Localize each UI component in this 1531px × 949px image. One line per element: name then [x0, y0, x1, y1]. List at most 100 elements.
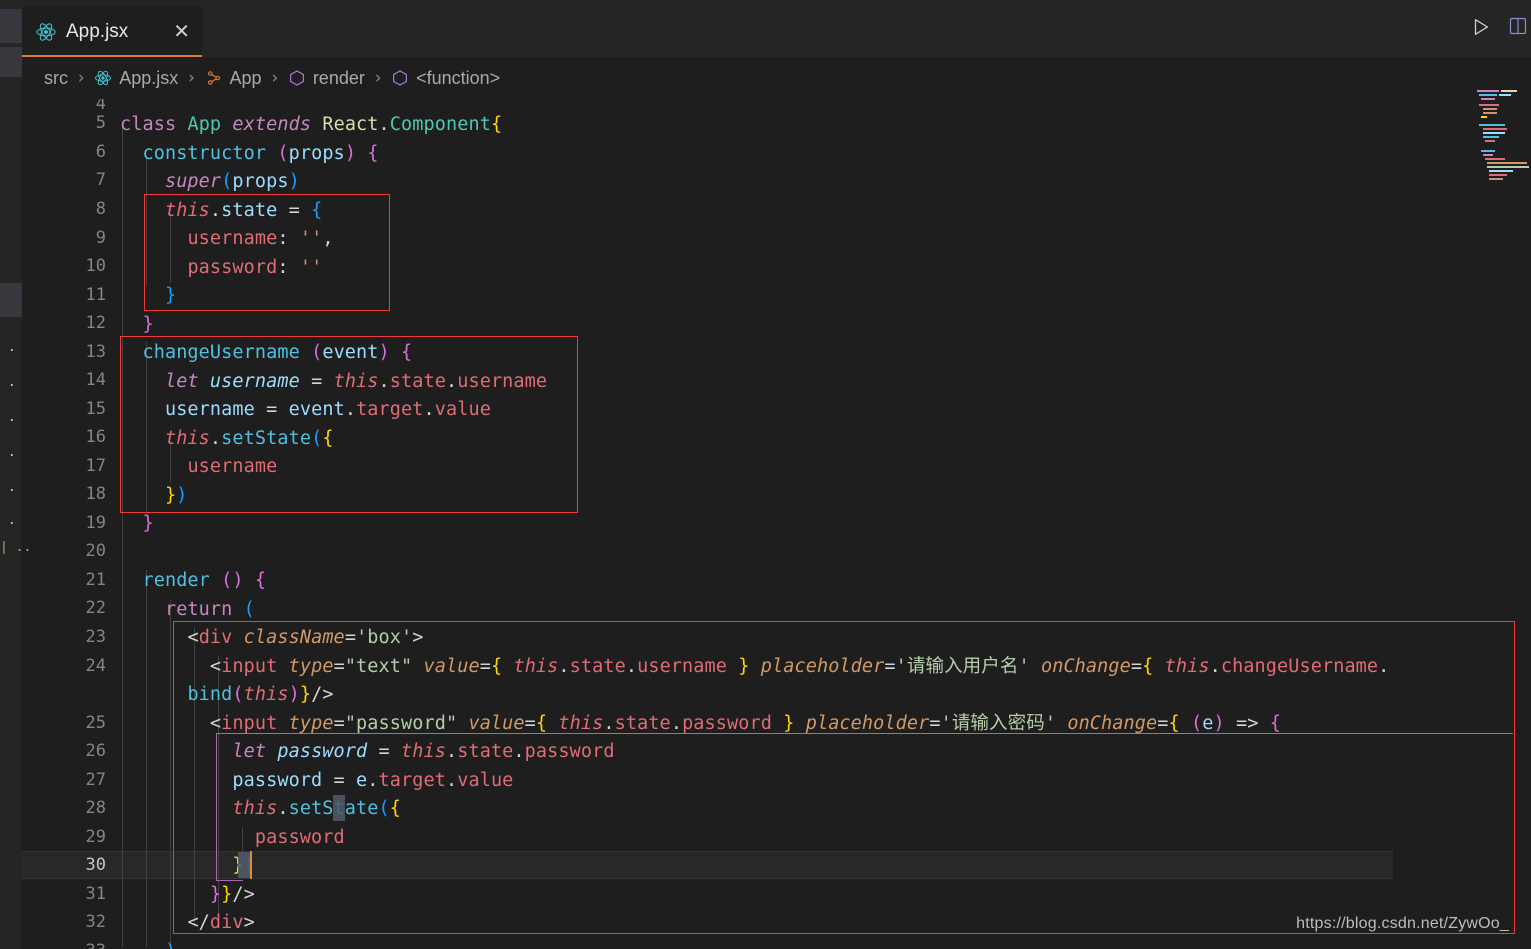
username-placeholder-string: '请输入用户名' — [895, 656, 1030, 677]
minimap-row — [1489, 170, 1513, 172]
line-number-gutter: 4 5 6 7 8 9 10 11 12 13 14 15 16 17 18 1… — [22, 99, 120, 949]
code-editor[interactable]: 4 5 6 7 8 9 10 11 12 13 14 15 16 17 18 1… — [22, 99, 1531, 949]
bracket-match-highlight — [238, 852, 250, 878]
sidebar-highlight-2 — [0, 47, 22, 77]
watermark: https://blog.csdn.net/ZywOo_ — [1296, 915, 1509, 932]
close-icon[interactable]: ✕ — [173, 22, 190, 42]
code-line-16: this.setState({ — [164, 428, 334, 449]
code-line-21: render () { — [142, 570, 267, 591]
line-number: 9 — [95, 228, 106, 248]
method-icon — [288, 69, 306, 87]
line-number: 31 — [85, 884, 106, 904]
code-line-11: } — [164, 285, 177, 306]
breadcrumb-item-src[interactable]: src — [44, 68, 68, 89]
code-line-19: } — [142, 513, 154, 534]
breadcrumb: src › App.jsx › App › render › <function… — [0, 57, 1531, 99]
sidebar-fragment[interactable]: . — [0, 513, 16, 528]
minimap[interactable] — [1475, 88, 1531, 188]
bracket-match-highlight — [333, 795, 345, 821]
code-line-12: } — [142, 314, 154, 335]
line-number: 19 — [85, 513, 106, 533]
tab-label: App.jsx — [66, 20, 129, 42]
line-number: 17 — [85, 456, 106, 476]
sidebar-fragment[interactable]: . — [0, 480, 16, 495]
line-number: 13 — [85, 342, 106, 362]
minimap-row — [1479, 104, 1499, 106]
line-number: 10 — [85, 256, 106, 276]
minimap-row — [1483, 128, 1507, 130]
sidebar-fragment[interactable]: ∣ .. — [0, 540, 31, 555]
text-cursor — [250, 851, 252, 879]
line-number: 16 — [85, 427, 106, 447]
line-number: 6 — [95, 142, 106, 162]
line-number: 4 — [95, 99, 106, 114]
code-line-23: <div className='box'> — [187, 627, 424, 648]
react-icon — [94, 69, 112, 87]
tab-app-jsx[interactable]: App.jsx ✕ — [22, 6, 202, 57]
minimap-row — [1485, 140, 1495, 142]
code-content[interactable]: class App extends React.Component{ const… — [120, 99, 1531, 949]
react-icon — [34, 20, 58, 44]
code-line-14: let username = this.state.username — [164, 371, 548, 392]
code-line-6: constructor (props) { — [142, 143, 379, 164]
code-line-22: return ( — [164, 599, 255, 620]
line-number: 22 — [85, 598, 106, 618]
breadcrumb-separator: › — [269, 68, 280, 88]
code-line-31: }}/> — [209, 884, 255, 905]
code-line-24-wrap: bind(this)}/> — [187, 684, 334, 705]
code-line-7: super(props) — [164, 171, 300, 192]
minimap-row — [1481, 150, 1495, 152]
code-line-30: }) — [120, 852, 255, 881]
code-line-28: this.setState({ — [232, 798, 401, 819]
breadcrumb-item-render[interactable]: render — [288, 68, 365, 89]
line-number: 11 — [85, 285, 106, 305]
minimap-row — [1501, 90, 1517, 92]
code-line-5: class App extends React.Component{ — [120, 114, 503, 135]
minimap-row — [1477, 90, 1499, 92]
breadcrumb-item-app-jsx[interactable]: App.jsx — [94, 68, 178, 89]
line-number: 7 — [95, 170, 106, 190]
line-number: 25 — [85, 713, 106, 733]
breadcrumb-separator: › — [372, 68, 384, 88]
minimap-row — [1483, 154, 1493, 156]
line-number: 30 — [85, 855, 106, 875]
code-line-32: </div> — [187, 912, 255, 933]
line-number: 14 — [85, 370, 106, 390]
code-line-25: <input type="password" value={ this.stat… — [209, 713, 1281, 734]
breadcrumb-label: render — [312, 67, 365, 88]
sidebar-strip[interactable]: . . . . . . ∣ .. — [0, 0, 31, 949]
code-line-24: <input type="text" value={ this.state.us… — [209, 656, 1390, 677]
code-line-15: username = event.target.value — [164, 399, 491, 420]
minimap-row — [1481, 116, 1487, 118]
minimap-row — [1483, 136, 1499, 138]
line-number: 32 — [85, 912, 106, 932]
minimap-row — [1489, 174, 1507, 176]
line-number: 20 — [85, 541, 106, 561]
sidebar-fragment[interactable]: . — [0, 375, 16, 390]
code-line-10: password: '' — [187, 257, 323, 278]
line-number: 21 — [85, 570, 106, 590]
sidebar-highlight-3 — [0, 283, 22, 317]
breadcrumb-item-app-class[interactable]: App — [205, 68, 262, 89]
sidebar-fragment[interactable]: . — [0, 445, 16, 460]
minimap-row — [1479, 124, 1505, 126]
breadcrumb-item-function[interactable]: <function> — [391, 68, 500, 89]
breadcrumb-separator: › — [76, 68, 87, 88]
sidebar-fragment[interactable]: . — [0, 340, 16, 355]
code-line-27: password = e.target.value — [232, 770, 514, 791]
minimap-row — [1489, 178, 1503, 180]
line-number: 24 — [85, 656, 106, 676]
code-line-18: }) — [164, 485, 188, 506]
class-icon — [205, 69, 223, 87]
code-line-13: changeUsername (event) { — [142, 342, 413, 363]
line-number: 28 — [85, 798, 106, 818]
sidebar-fragment[interactable]: . — [0, 410, 16, 425]
run-button[interactable] — [1470, 16, 1492, 38]
breadcrumb-label: src — [44, 67, 68, 88]
sidebar-highlight-1 — [0, 9, 22, 43]
split-editor-button[interactable] — [1508, 16, 1528, 36]
breadcrumb-label: App — [229, 67, 262, 88]
line-number: 8 — [95, 199, 106, 219]
minimap-row — [1481, 98, 1495, 100]
